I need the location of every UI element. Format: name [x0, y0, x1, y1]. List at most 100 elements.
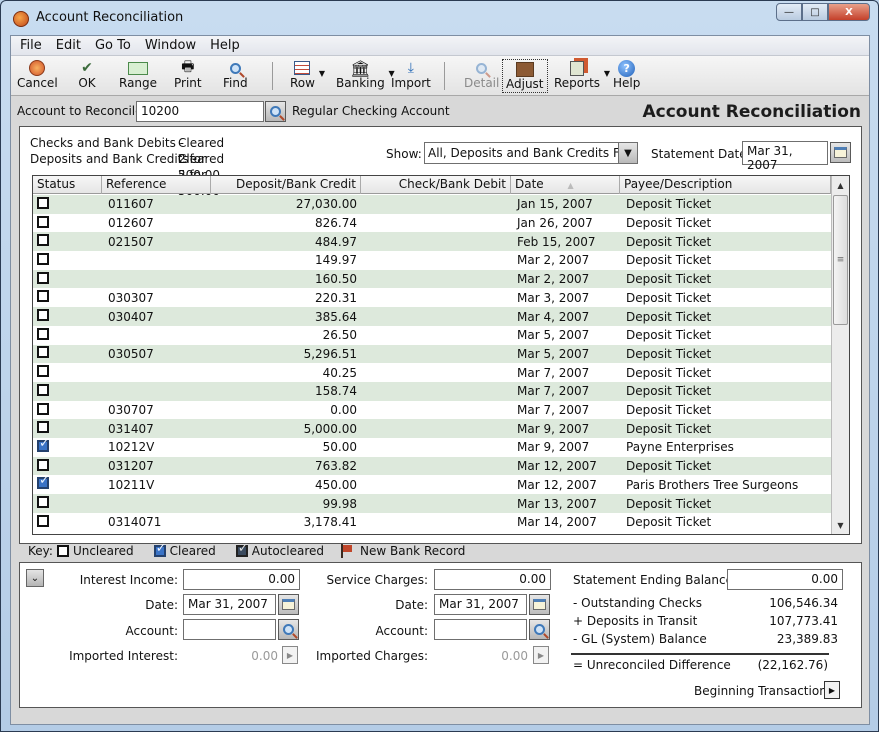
menu-file[interactable]: File: [13, 38, 49, 53]
col-check[interactable]: Check/Bank Debit: [361, 176, 511, 194]
uncleared-checkbox[interactable]: [37, 290, 49, 303]
statement-ending-balance-input[interactable]: 0.00: [727, 569, 843, 590]
col-payee[interactable]: Payee/Description: [620, 176, 831, 194]
interest-account-input[interactable]: [183, 619, 276, 640]
col-deposit[interactable]: Deposit/Bank Credit: [211, 176, 361, 194]
client-area: File Edit Go To Window Help Cancel ✔ OK …: [10, 35, 870, 725]
interest-account-label: Account:: [125, 624, 179, 638]
cleared-checkbox[interactable]: [37, 439, 50, 452]
table-row[interactable]: 0314071 3,178.41 Mar 14, 2007 Deposit Ticke…: [33, 513, 831, 532]
minimize-button[interactable]: —: [776, 3, 802, 21]
uncleared-checkbox[interactable]: [37, 402, 49, 415]
menu-window[interactable]: Window: [138, 38, 203, 53]
range-button[interactable]: Range: [119, 59, 157, 93]
vertical-scrollbar[interactable]: ▲ ≡ ▼: [831, 176, 849, 534]
show-select[interactable]: All, Deposits and Bank Credits First: [424, 142, 624, 164]
status-cell: [33, 365, 102, 380]
reports-button[interactable]: Reports ▼: [554, 59, 610, 93]
account-input[interactable]: 10200: [136, 101, 264, 122]
table-row[interactable]: 10212V 50.00 Mar 9, 2007 Payne Enterprises: [33, 438, 831, 457]
table-row[interactable]: 031207 763.82 Mar 12, 2007 Deposit Ticket: [33, 456, 831, 476]
status-cell: [33, 215, 102, 231]
scroll-down-icon[interactable]: ▼: [832, 517, 849, 533]
ok-button[interactable]: ✔ OK: [77, 59, 97, 93]
col-reference[interactable]: Reference: [102, 176, 211, 194]
uncleared-checkbox[interactable]: [37, 458, 49, 471]
beginning-transactions-button[interactable]: ▶: [824, 681, 840, 699]
close-button[interactable]: X: [828, 3, 870, 21]
reference-cell: 10211V: [108, 477, 155, 492]
col-status[interactable]: Status: [33, 176, 102, 194]
table-row[interactable]: 031407 5,000.00 Mar 9, 2007 Deposit Ticket: [33, 419, 831, 439]
account-lookup-button[interactable]: [265, 101, 286, 122]
charges-date-input[interactable]: Mar 31, 2007: [434, 594, 527, 615]
table-row[interactable]: 10211V 450.00 Mar 12, 2007 Paris Brothers T…: [33, 476, 831, 495]
table-row[interactable]: 012607 826.74 Jan 26, 2007 Deposit Ticket: [33, 214, 831, 233]
charges-account-lookup-button[interactable]: [529, 619, 550, 640]
row-dropdown-icon[interactable]: ▼: [319, 69, 325, 78]
maximize-button[interactable]: □: [802, 3, 828, 21]
uncleared-checkbox[interactable]: [37, 309, 49, 322]
uncleared-checkbox[interactable]: [37, 421, 49, 434]
interest-income-input[interactable]: 0.00: [183, 569, 300, 590]
table-row[interactable]: 030407 385.64 Mar 4, 2007 Deposit Ticket: [33, 307, 831, 326]
collapse-button[interactable]: ⌄: [26, 569, 44, 587]
uncleared-checkbox[interactable]: [37, 327, 49, 340]
uncleared-checkbox[interactable]: [37, 346, 49, 359]
table-row[interactable]: 030507 5,296.51 Mar 5, 2007 Deposit Ticket: [33, 344, 831, 364]
detail-button[interactable]: Detail: [464, 59, 499, 93]
uncleared-checkbox[interactable]: [37, 514, 49, 527]
cleared-checkbox[interactable]: [37, 477, 50, 490]
statement-date-input[interactable]: Mar 31, 2007: [742, 141, 828, 172]
outstanding-checks-value: 106,546.34: [769, 596, 838, 610]
table-row[interactable]: 030307 220.31 Mar 3, 2007 Deposit Ticket: [33, 289, 831, 308]
uncleared-checkbox[interactable]: [37, 383, 49, 396]
uncleared-checkbox[interactable]: [37, 234, 49, 247]
charges-date-calendar-button[interactable]: [529, 594, 550, 615]
print-button[interactable]: 🖶 Print: [174, 59, 202, 93]
interest-date-calendar-button[interactable]: [278, 594, 299, 615]
charges-account-input[interactable]: [434, 619, 527, 640]
table-row[interactable]: 021507 484.97 Feb 15, 2007 Deposit Ticket: [33, 232, 831, 252]
col-date[interactable]: Date ▲: [511, 176, 620, 194]
table-row[interactable]: 149.97 Mar 2, 2007 Deposit Ticket: [33, 251, 831, 270]
uncleared-checkbox[interactable]: [37, 365, 49, 378]
interest-account-lookup-button[interactable]: [278, 619, 299, 640]
scroll-thumb[interactable]: ≡: [833, 195, 848, 325]
import-button[interactable]: ⤓ Import: [391, 59, 431, 93]
imported-interest-button[interactable]: ▶: [282, 646, 298, 664]
table-row[interactable]: 011607 27,030.00 Jan 15, 2007 Deposit Ticke…: [33, 195, 831, 214]
table-row[interactable]: 99.98 Mar 13, 2007 Deposit Ticket: [33, 494, 831, 513]
statement-date-calendar-button[interactable]: [830, 142, 851, 163]
uncleared-checkbox[interactable]: [37, 496, 49, 509]
imported-charges-button[interactable]: ▶: [533, 646, 549, 664]
find-button[interactable]: Find: [223, 59, 248, 93]
menu-go-to[interactable]: Go To: [88, 38, 138, 53]
row-button[interactable]: Row ▼: [290, 59, 325, 93]
menu-help[interactable]: Help: [203, 38, 247, 53]
help-button[interactable]: ? Help: [613, 59, 640, 93]
page-heading: Account Reconciliation: [642, 102, 862, 122]
key-label: Key:: [28, 544, 53, 558]
table-row[interactable]: 26.50 Mar 5, 2007 Deposit Ticket: [33, 326, 831, 345]
uncleared-checkbox[interactable]: [37, 271, 49, 284]
table-row[interactable]: 158.74 Mar 7, 2007 Deposit Ticket: [33, 382, 831, 401]
adjust-button[interactable]: Adjust: [502, 59, 548, 93]
banking-button[interactable]: 🏛 Banking ▼: [336, 59, 395, 93]
table-row[interactable]: 160.50 Mar 2, 2007 Deposit Ticket: [33, 269, 831, 289]
interest-date-input[interactable]: Mar 31, 2007: [183, 594, 276, 615]
uncleared-checkbox[interactable]: [37, 196, 49, 209]
scroll-up-icon[interactable]: ▲: [832, 177, 849, 193]
menu-edit[interactable]: Edit: [49, 38, 88, 53]
show-dropdown-icon[interactable]: ▼: [618, 142, 638, 164]
uncleared-checkbox[interactable]: [37, 215, 49, 228]
table-row[interactable]: 40.25 Mar 7, 2007 Deposit Ticket: [33, 363, 831, 382]
table-row[interactable]: 030707 0.00 Mar 7, 2007 Deposit Ticket: [33, 401, 831, 420]
cancel-button[interactable]: Cancel: [17, 59, 58, 93]
uncleared-checkbox[interactable]: [37, 252, 49, 265]
reports-dropdown-icon[interactable]: ▼: [604, 69, 610, 78]
deposit-cell: 450.00: [315, 477, 357, 492]
status-cell: [33, 421, 102, 436]
find-icon: [225, 59, 245, 77]
service-charges-input[interactable]: 0.00: [434, 569, 551, 590]
